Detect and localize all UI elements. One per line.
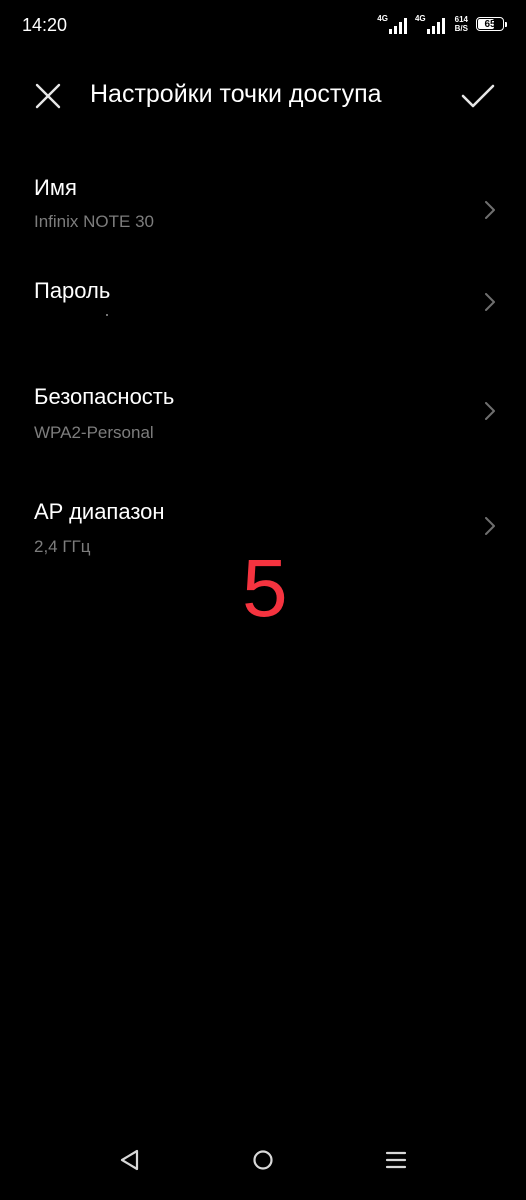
- network-type-1: 4G: [377, 14, 388, 23]
- status-icons: 4G 4G 614 B/S 65: [377, 12, 507, 36]
- setting-label-password: Пароль: [34, 278, 111, 303]
- confirm-button[interactable]: [458, 76, 498, 116]
- battery-icon: 65: [476, 17, 507, 31]
- page-title: Настройки точки доступа: [90, 80, 382, 108]
- chevron-right-icon: [482, 199, 498, 221]
- menu-lines-icon: [385, 1151, 407, 1169]
- status-bar: 14:20 4G 4G 614 B/S 65: [0, 0, 526, 50]
- home-circle-icon: [253, 1150, 273, 1170]
- signal-icon-2: 4G: [415, 14, 445, 34]
- chevron-right-icon: [482, 400, 498, 422]
- setting-value-ap-band: 2,4 ГГц: [34, 537, 91, 556]
- setting-row-password[interactable]: Пароль: [0, 275, 526, 365]
- network-type-2: 4G: [414, 14, 426, 23]
- home-button[interactable]: [243, 1140, 283, 1180]
- close-icon: [35, 83, 61, 109]
- signal-icon-1: 4G: [377, 14, 407, 34]
- setting-row-name[interactable]: Имя Infinix NOTE 30: [0, 170, 526, 260]
- password-mask: [106, 314, 108, 316]
- checkmark-icon: [461, 84, 495, 108]
- battery-percent: 65: [484, 18, 496, 30]
- status-time: 14:20: [22, 15, 68, 35]
- speed-value: 614: [454, 15, 468, 24]
- recents-button[interactable]: [376, 1140, 416, 1180]
- setting-row-security[interactable]: Безопасность WPA2-Personal: [0, 380, 526, 475]
- network-speed: 614 B/S: [455, 15, 468, 33]
- chevron-right-icon: [482, 515, 498, 537]
- setting-label-name: Имя: [34, 175, 77, 200]
- setting-label-ap-band: AP диапазон: [34, 499, 165, 524]
- setting-label-security: Безопасность: [34, 384, 175, 409]
- setting-value-security: WPA2-Personal: [34, 423, 154, 442]
- app-header: Настройки точки доступа: [0, 66, 526, 122]
- setting-value-name: Infinix NOTE 30: [34, 212, 154, 231]
- speed-unit: B/S: [454, 24, 468, 33]
- step-number-annotation: 5: [242, 543, 288, 634]
- back-triangle-icon: [120, 1149, 139, 1171]
- back-button[interactable]: [110, 1140, 150, 1180]
- navigation-bar: [0, 1140, 526, 1200]
- close-button[interactable]: [30, 78, 66, 114]
- chevron-right-icon: [482, 291, 498, 313]
